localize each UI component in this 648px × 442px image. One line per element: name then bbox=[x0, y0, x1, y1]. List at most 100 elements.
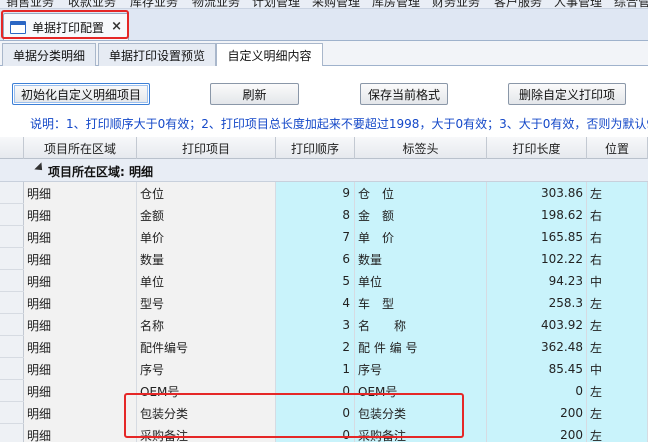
area-cell: 明细 bbox=[24, 248, 137, 270]
order-cell[interactable]: 9 bbox=[276, 182, 355, 204]
menu-item[interactable]: 采购管理 bbox=[312, 0, 360, 8]
label-cell[interactable]: 名 称 bbox=[355, 314, 487, 336]
doc-tab-print-config[interactable]: 单据打印配置 × bbox=[3, 13, 129, 40]
refresh-button[interactable]: 刷新 bbox=[210, 83, 299, 105]
length-cell[interactable]: 85.45 bbox=[487, 358, 587, 380]
position-cell[interactable]: 右 bbox=[587, 248, 648, 270]
table-row[interactable]: 明细 金额 8 金 额 198.62 右 bbox=[0, 204, 648, 226]
tab-custom-detail[interactable]: 自定义明细内容 bbox=[216, 43, 323, 67]
label-cell[interactable]: 数量 bbox=[355, 248, 487, 270]
item-cell: 单价 bbox=[137, 226, 276, 248]
table-row[interactable]: 明细 仓位 9 仓 位 303.86 左 bbox=[0, 182, 648, 204]
doc-tab-label: 单据打印配置 bbox=[32, 20, 105, 35]
table-row[interactable]: 明细 包装分类 0 包装分类 200 左 bbox=[0, 402, 648, 424]
tab-category-detail[interactable]: 单据分类明细 bbox=[2, 43, 96, 66]
table-row[interactable]: 明细 配件编号 2 配 件 编 号 362.48 左 bbox=[0, 336, 648, 358]
position-cell[interactable]: 左 bbox=[587, 292, 648, 314]
position-cell[interactable]: 左 bbox=[587, 336, 648, 358]
area-cell: 明细 bbox=[24, 314, 137, 336]
col-header-label[interactable]: 标签头 bbox=[355, 137, 487, 159]
top-menu-bar: 销售业务 收款业务 库存业务 物流业务 计划管理 采购管理 库房管理 财务业务 … bbox=[0, 0, 648, 9]
length-cell[interactable]: 102.22 bbox=[487, 248, 587, 270]
label-cell[interactable]: 仓 位 bbox=[355, 182, 487, 204]
menu-item[interactable]: 库房管理 bbox=[372, 0, 420, 8]
label-cell[interactable]: 配 件 编 号 bbox=[355, 336, 487, 358]
area-cell: 明细 bbox=[24, 402, 137, 424]
position-cell[interactable]: 左 bbox=[587, 314, 648, 336]
table-row[interactable]: 明细 型号 4 车 型 258.3 左 bbox=[0, 292, 648, 314]
save-format-button[interactable]: 保存当前格式 bbox=[360, 83, 448, 105]
area-cell: 明细 bbox=[24, 424, 137, 442]
order-cell[interactable]: 5 bbox=[276, 270, 355, 292]
item-cell: 金额 bbox=[137, 204, 276, 226]
label-cell[interactable]: OEM号 bbox=[355, 380, 487, 402]
order-cell[interactable]: 0 bbox=[276, 380, 355, 402]
label-cell[interactable]: 包装分类 bbox=[355, 402, 487, 424]
label-cell[interactable]: 采购备注 bbox=[355, 424, 487, 442]
label-cell[interactable]: 单位 bbox=[355, 270, 487, 292]
close-icon[interactable]: × bbox=[111, 19, 122, 34]
col-header-area[interactable]: 项目所在区域 bbox=[24, 137, 137, 159]
position-cell[interactable]: 左 bbox=[587, 182, 648, 204]
label-cell[interactable]: 单 价 bbox=[355, 226, 487, 248]
label-cell[interactable]: 车 型 bbox=[355, 292, 487, 314]
length-cell[interactable]: 303.86 bbox=[487, 182, 587, 204]
order-cell[interactable]: 1 bbox=[276, 358, 355, 380]
menu-item[interactable]: 人事管理 bbox=[554, 0, 602, 8]
item-cell: 包装分类 bbox=[137, 402, 276, 424]
length-cell[interactable]: 165.85 bbox=[487, 226, 587, 248]
menu-item[interactable]: 财务业务 bbox=[432, 0, 480, 8]
menu-item[interactable]: 客户服务 bbox=[494, 0, 542, 8]
length-cell[interactable]: 0 bbox=[487, 380, 587, 402]
order-cell[interactable]: 2 bbox=[276, 336, 355, 358]
order-cell[interactable]: 0 bbox=[276, 402, 355, 424]
position-cell[interactable]: 右 bbox=[587, 226, 648, 248]
table-row[interactable]: 明细 OEM号 0 OEM号 0 左 bbox=[0, 380, 648, 402]
label-cell[interactable]: 金 额 bbox=[355, 204, 487, 226]
table-row[interactable]: 明细 单位 5 单位 94.23 中 bbox=[0, 270, 648, 292]
length-cell[interactable]: 200 bbox=[487, 424, 587, 442]
menu-item[interactable]: 综合管理 bbox=[614, 0, 648, 8]
menu-item[interactable]: 计划管理 bbox=[252, 0, 300, 8]
order-cell[interactable]: 4 bbox=[276, 292, 355, 314]
table-row[interactable]: 明细 名称 3 名 称 403.92 左 bbox=[0, 314, 648, 336]
menu-item[interactable]: 物流业务 bbox=[192, 0, 240, 8]
group-row[interactable]: 项目所在区域: 明细 bbox=[0, 159, 648, 182]
length-cell[interactable]: 94.23 bbox=[487, 270, 587, 292]
init-custom-items-button[interactable]: 初始化自定义明细项目 bbox=[12, 83, 150, 105]
order-cell[interactable]: 8 bbox=[276, 204, 355, 226]
col-header-position[interactable]: 位置 bbox=[587, 137, 648, 159]
menu-item[interactable]: 收款业务 bbox=[68, 0, 116, 8]
table-row[interactable]: 明细 序号 1 序号 85.45 中 bbox=[0, 358, 648, 380]
table-row[interactable]: 明细 数量 6 数量 102.22 右 bbox=[0, 248, 648, 270]
length-cell[interactable]: 200 bbox=[487, 402, 587, 424]
position-cell[interactable]: 左 bbox=[587, 380, 648, 402]
position-cell[interactable]: 中 bbox=[587, 270, 648, 292]
label-cell[interactable]: 序号 bbox=[355, 358, 487, 380]
col-header-item[interactable]: 打印项目 bbox=[137, 137, 276, 159]
position-cell[interactable]: 左 bbox=[587, 424, 648, 442]
order-cell[interactable]: 3 bbox=[276, 314, 355, 336]
length-cell[interactable]: 258.3 bbox=[487, 292, 587, 314]
item-cell: 型号 bbox=[137, 292, 276, 314]
row-indicator-header bbox=[0, 137, 24, 159]
item-cell: 数量 bbox=[137, 248, 276, 270]
col-header-length[interactable]: 打印长度 bbox=[487, 137, 587, 159]
position-cell[interactable]: 中 bbox=[587, 358, 648, 380]
position-cell[interactable]: 左 bbox=[587, 402, 648, 424]
length-cell[interactable]: 198.62 bbox=[487, 204, 587, 226]
table-row[interactable]: 明细 单价 7 单 价 165.85 右 bbox=[0, 226, 648, 248]
delete-print-item-button[interactable]: 删除自定义打印项 bbox=[508, 83, 626, 105]
order-cell[interactable]: 7 bbox=[276, 226, 355, 248]
tab-print-preview[interactable]: 单据打印设置预览 bbox=[98, 43, 216, 66]
order-cell[interactable]: 0 bbox=[276, 424, 355, 442]
length-cell[interactable]: 403.92 bbox=[487, 314, 587, 336]
position-cell[interactable]: 右 bbox=[587, 204, 648, 226]
col-header-order[interactable]: 打印顺序 bbox=[276, 137, 355, 159]
table-row[interactable]: 明细 采购备注 0 采购备注 200 左 bbox=[0, 424, 648, 442]
collapse-arrow-icon[interactable] bbox=[34, 162, 46, 174]
menu-item[interactable]: 库存业务 bbox=[130, 0, 178, 8]
order-cell[interactable]: 6 bbox=[276, 248, 355, 270]
length-cell[interactable]: 362.48 bbox=[487, 336, 587, 358]
menu-item[interactable]: 销售业务 bbox=[6, 0, 54, 8]
